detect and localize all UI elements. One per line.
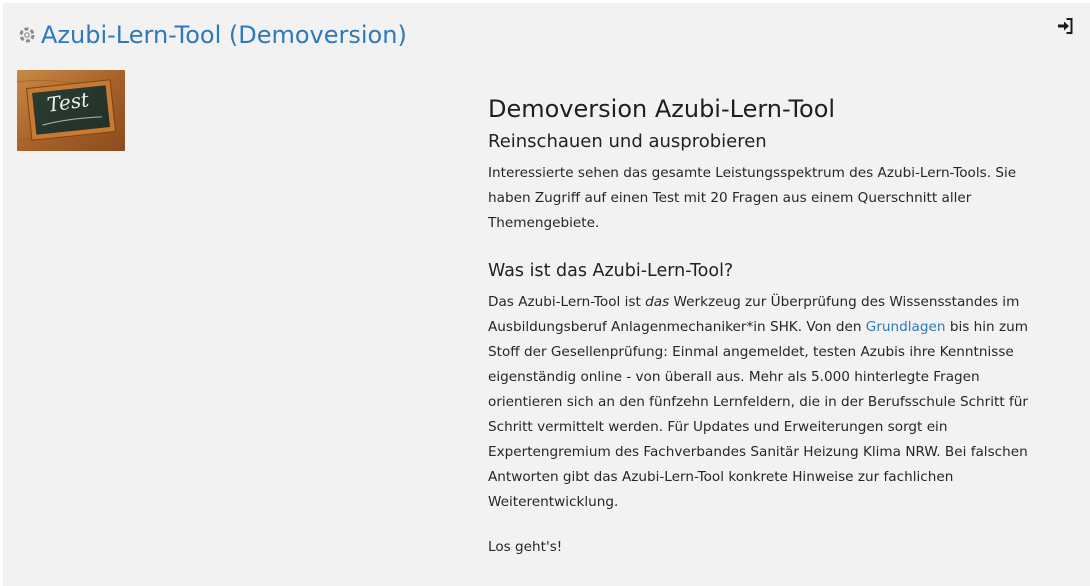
summary-heading: Demoversion Azubi-Lern-Tool bbox=[488, 95, 836, 123]
sign-in-icon[interactable] bbox=[1056, 17, 1074, 35]
course-summary: Demoversion Azubi-Lern-Tool Reinschauen … bbox=[488, 93, 1058, 560]
body-text-part3: bis hin zum Stoff der Gesellenprüfung: E… bbox=[488, 319, 1028, 510]
summary-subheading: Reinschauen und ausprobieren bbox=[488, 131, 767, 152]
course-cog-icon bbox=[17, 25, 37, 45]
summary-intro: Interessierte sehen das gesamte Leistung… bbox=[488, 165, 1017, 231]
section-heading: Was ist das Azubi-Lern-Tool? bbox=[488, 261, 734, 281]
grundlagen-link[interactable]: Grundlagen bbox=[866, 319, 946, 335]
course-panel: Azubi-Lern-Tool (Demoversion) Test Demov… bbox=[3, 3, 1090, 586]
summary-body: Das Azubi-Lern-Tool ist das Werkzeug zur… bbox=[488, 290, 1058, 515]
course-thumbnail[interactable]: Test bbox=[17, 70, 125, 151]
body-emphasis: das bbox=[645, 294, 670, 310]
course-title-link[interactable]: Azubi-Lern-Tool (Demoversion) bbox=[41, 17, 407, 53]
summary-outro: Los geht's! bbox=[488, 539, 563, 555]
course-header: Azubi-Lern-Tool (Demoversion) bbox=[17, 17, 407, 53]
body-text-part1: Das Azubi-Lern-Tool ist bbox=[488, 294, 646, 310]
